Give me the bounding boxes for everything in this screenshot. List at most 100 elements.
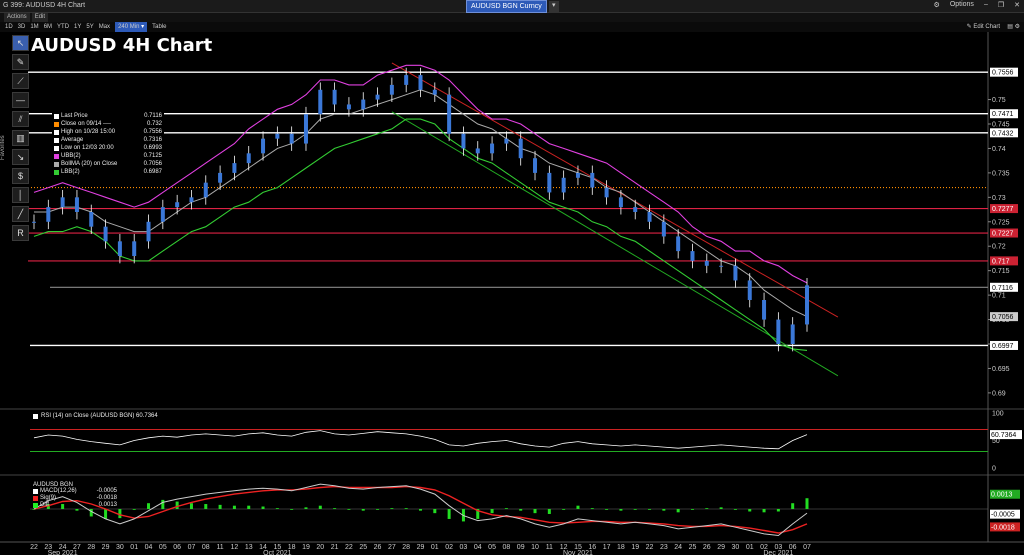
legend-value: 0.7056 bbox=[143, 161, 162, 167]
legend-value: 0.7116 bbox=[144, 113, 162, 119]
settings-icon[interactable]: ⚙ bbox=[1015, 24, 1020, 30]
macd-histogram-bar bbox=[719, 507, 723, 509]
restore-icon[interactable]: ❐ bbox=[998, 1, 1004, 9]
vertical-line-tool-icon[interactable]: │ bbox=[12, 187, 29, 203]
range-3d[interactable]: 3D bbox=[18, 22, 26, 32]
edit-menu[interactable]: Edit bbox=[31, 13, 49, 22]
price-bar bbox=[647, 212, 652, 222]
gear-icon[interactable]: ⚙ bbox=[934, 1, 940, 9]
legend-swatch bbox=[54, 161, 59, 167]
security-input[interactable]: AUDUSD BGN Curncy bbox=[466, 0, 547, 13]
date-tick-label: 24 bbox=[674, 544, 682, 551]
price-bar bbox=[719, 265, 724, 267]
date-tick-label: 08 bbox=[502, 544, 510, 551]
macd-histogram-bar bbox=[189, 503, 193, 509]
price-bar bbox=[604, 187, 609, 198]
price-bar bbox=[46, 207, 51, 222]
channel-tool-icon[interactable]: ⫽ bbox=[12, 111, 29, 127]
chart-icons[interactable]: ▤ ⚙ bbox=[1007, 22, 1020, 32]
horizontal-line-tool-icon[interactable]: ― bbox=[12, 92, 29, 108]
price-tag-label: 0.7471 bbox=[992, 111, 1014, 118]
date-tick-label: 29 bbox=[417, 544, 425, 551]
date-tick-label: 19 bbox=[631, 544, 639, 551]
table-button[interactable]: Table bbox=[152, 22, 166, 32]
legend-label: BollMA (20) on Close bbox=[61, 161, 118, 167]
month-label: Dec 2021 bbox=[763, 550, 793, 555]
legend-value: 0.6987 bbox=[143, 169, 162, 175]
interval-select[interactable]: 240 Min ▾ bbox=[115, 22, 148, 32]
price-tool-icon[interactable]: $ bbox=[12, 168, 29, 184]
legend-row: Last Price 0.7116 bbox=[54, 112, 162, 120]
trendline-tool-icon[interactable]: ⟋ bbox=[12, 73, 29, 89]
price-bar bbox=[175, 202, 180, 208]
legend-swatch bbox=[33, 496, 38, 501]
range-1y[interactable]: 1Y bbox=[74, 22, 81, 32]
macd-histogram-bar bbox=[333, 508, 337, 509]
price-bar bbox=[661, 221, 666, 237]
macd-histogram-bar bbox=[762, 509, 766, 513]
price-bar bbox=[418, 75, 423, 90]
date-tick-label: 03 bbox=[460, 544, 468, 551]
edit-chart-button[interactable]: ✎ Edit Chart bbox=[967, 22, 1000, 32]
date-tick-label: 18 bbox=[617, 544, 625, 551]
legend-label: Low on 12/03 20:00 bbox=[61, 145, 114, 151]
macd-histogram-bar bbox=[147, 503, 151, 509]
legend-row: Close on 09/14 ---- 0.732 bbox=[54, 120, 162, 128]
arrow-tool-icon[interactable]: ↘ bbox=[12, 149, 29, 165]
macd-histogram-bar bbox=[89, 509, 93, 517]
macd-histogram-bar bbox=[748, 509, 752, 512]
cursor-tool-icon[interactable]: ↖ bbox=[12, 35, 29, 51]
macd-histogram-bar bbox=[361, 509, 365, 511]
date-tick-label: 26 bbox=[703, 544, 711, 551]
date-tick-label: 27 bbox=[388, 544, 396, 551]
options-menu[interactable]: Options bbox=[950, 1, 974, 9]
price-bar bbox=[504, 138, 509, 144]
fibonacci-tool-icon[interactable]: ▥ bbox=[12, 130, 29, 146]
macd-histogram-bar bbox=[547, 509, 551, 514]
date-tick-label: 01 bbox=[746, 544, 754, 551]
legend-label: Average bbox=[61, 137, 84, 143]
rsi-tick-label: 0 bbox=[992, 466, 996, 473]
text-tool-icon[interactable]: R bbox=[12, 225, 29, 241]
date-tick-label: 28 bbox=[402, 544, 410, 551]
price-bar bbox=[561, 177, 566, 193]
security-field[interactable]: AUDUSD BGN Curncy ▾ bbox=[466, 0, 559, 13]
chevron-down-icon[interactable]: ▾ bbox=[548, 1, 559, 12]
price-tick-label: 0.75 bbox=[992, 97, 1006, 104]
legend-label: Close on 09/14 ---- bbox=[61, 121, 112, 127]
favorites-tab[interactable]: Favorites bbox=[0, 118, 9, 178]
actions-menu[interactable]: Actions bbox=[4, 13, 30, 22]
price-bar bbox=[633, 207, 638, 212]
range-ytd[interactable]: YTD bbox=[57, 22, 69, 32]
close-icon[interactable]: ✕ bbox=[1014, 1, 1020, 9]
price-tag-label: 0.7432 bbox=[992, 130, 1014, 137]
price-tag-label: 0.6997 bbox=[992, 343, 1014, 350]
price-bar bbox=[590, 172, 595, 188]
price-bar bbox=[261, 138, 266, 154]
range-max[interactable]: Max bbox=[99, 22, 110, 32]
pencil-icon: ✎ bbox=[966, 24, 972, 30]
price-bar bbox=[676, 236, 681, 252]
price-bar bbox=[346, 104, 351, 110]
range-6m[interactable]: 6M bbox=[44, 22, 52, 32]
range-1m[interactable]: 1M bbox=[30, 22, 38, 32]
date-tick-label: 10 bbox=[531, 544, 539, 551]
date-tick-label: 07 bbox=[803, 544, 811, 551]
rsi-swatch bbox=[33, 413, 38, 419]
macd-histogram-bar bbox=[605, 509, 609, 510]
price-bar bbox=[762, 300, 767, 320]
diagonal-tool-icon[interactable]: ╱ bbox=[12, 206, 29, 222]
price-bar bbox=[461, 133, 466, 149]
range-5y[interactable]: 5Y bbox=[86, 22, 93, 32]
legend-row: UBB(2) 0.7125 bbox=[54, 152, 162, 160]
price-tag-label: 0.717 bbox=[992, 258, 1010, 265]
price-bar bbox=[447, 94, 452, 134]
macd-legend-row: Diff 0.0013 bbox=[33, 502, 117, 509]
range-1d[interactable]: 1D bbox=[5, 22, 13, 32]
date-tick-label: 29 bbox=[102, 544, 110, 551]
legend-label: Last Price bbox=[61, 113, 88, 119]
minimize-icon[interactable]: – bbox=[984, 1, 988, 9]
print-icon[interactable]: ▤ bbox=[1007, 24, 1013, 30]
month-label: Sep 2021 bbox=[48, 550, 78, 555]
pen-tool-icon[interactable]: ✎ bbox=[12, 54, 29, 70]
